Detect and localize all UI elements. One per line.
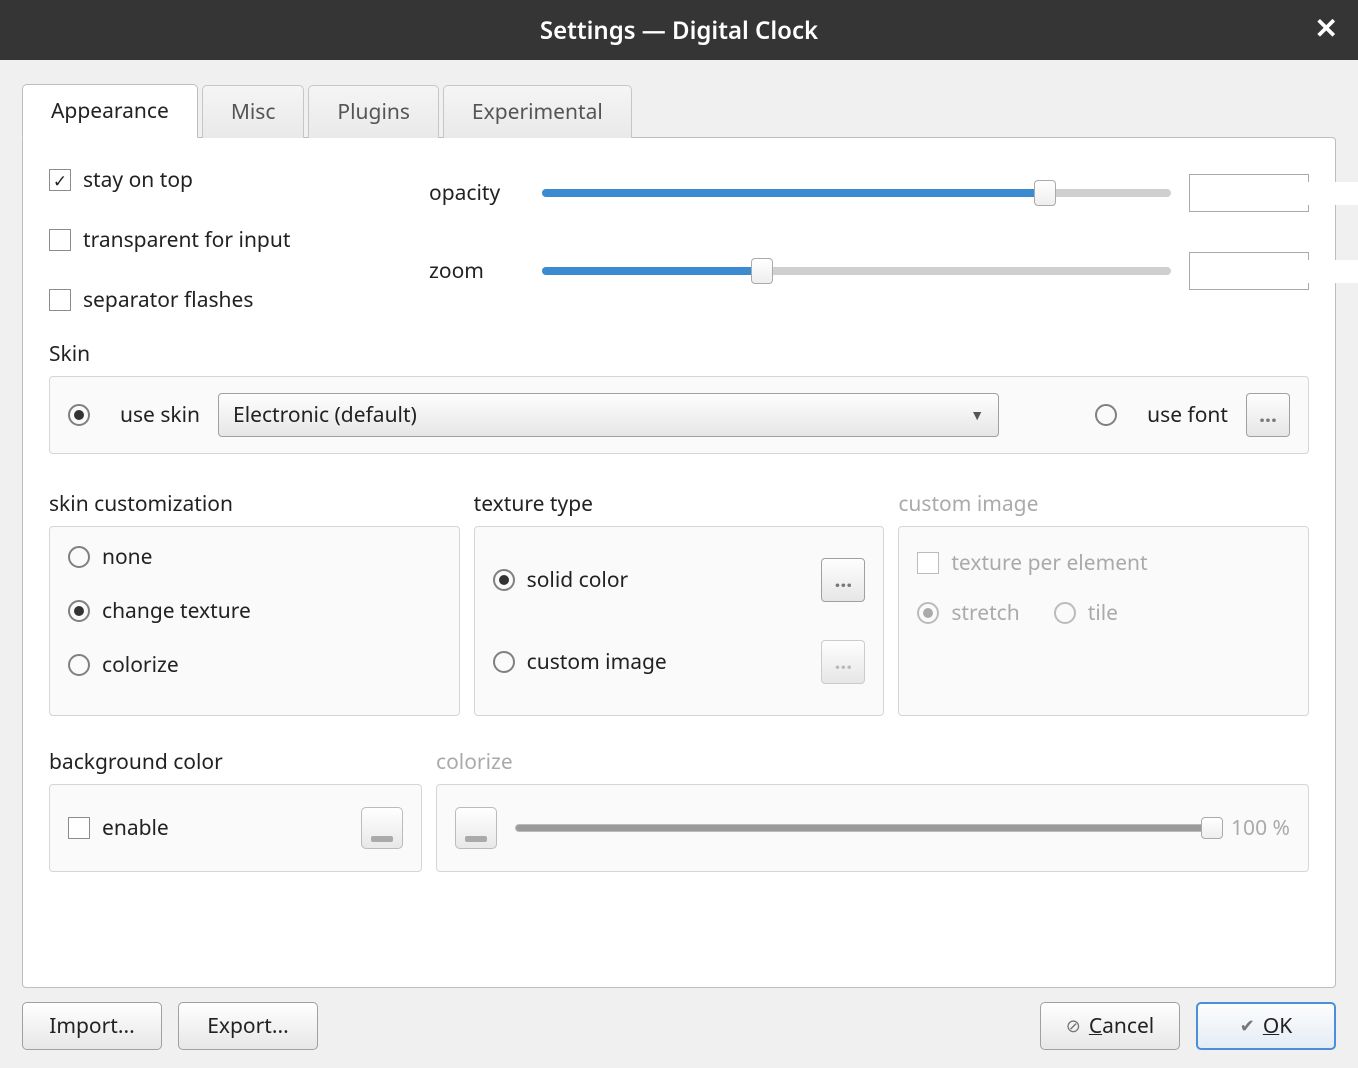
button-import[interactable]: Import... — [22, 1002, 162, 1050]
button-colorize-color — [455, 807, 497, 849]
radio-none[interactable] — [68, 546, 90, 568]
close-icon[interactable]: ✕ — [1315, 14, 1338, 42]
tab-misc[interactable]: Misc — [202, 85, 305, 138]
color-strip-icon — [465, 836, 487, 842]
radio-colorize[interactable] — [68, 654, 90, 676]
group-skin: use skin Electronic (default) ▼ use font… — [49, 376, 1309, 454]
combo-skin[interactable]: Electronic (default) ▼ — [218, 393, 999, 437]
label-custom-image: custom image — [527, 648, 667, 676]
label-transparent-for-input: transparent for input — [83, 226, 290, 254]
label-texture-per-element: texture per element — [951, 549, 1147, 577]
label-none: none — [102, 543, 153, 571]
tab-plugins[interactable]: Plugins — [308, 85, 438, 138]
footer: Import... Export... ⊘ Cancel ✔ OK — [22, 1002, 1336, 1050]
checkbox-transparent-for-input[interactable] — [49, 229, 71, 251]
button-cancel-rest: ancel — [1102, 1012, 1154, 1040]
radio-tile — [1054, 602, 1076, 624]
checkbox-texture-per-element — [917, 552, 939, 574]
section-colorize-title: colorize — [436, 748, 1309, 776]
section-custom-image-title: custom image — [898, 490, 1309, 518]
radio-stretch — [917, 602, 939, 624]
tab-bar: Appearance Misc Plugins Experimental — [22, 84, 1336, 138]
label-zoom: zoom — [429, 257, 524, 285]
button-solid-color-picker[interactable]: ... — [821, 558, 865, 602]
titlebar: Settings — Digital Clock ✕ — [0, 0, 1358, 60]
window-title: Settings — Digital Clock — [540, 14, 818, 47]
ok-icon: ✔ — [1240, 1014, 1255, 1038]
button-custom-image-picker: ... — [821, 640, 865, 684]
section-skin-title: Skin — [49, 340, 1309, 368]
radio-use-font[interactable] — [1095, 404, 1117, 426]
spinbox-opacity-input[interactable] — [1190, 182, 1358, 205]
button-cancel[interactable]: ⊘ Cancel — [1040, 1002, 1180, 1050]
label-solid-color: solid color — [527, 566, 629, 594]
section-background-title: background color — [49, 748, 422, 776]
label-colorize-opt: colorize — [102, 651, 179, 679]
label-bg-enable: enable — [102, 814, 169, 842]
radio-change-texture[interactable] — [68, 600, 90, 622]
label-stretch: stretch — [951, 599, 1019, 627]
tab-appearance[interactable]: Appearance — [22, 84, 198, 138]
window-body: Appearance Misc Plugins Experimental ✓ s… — [0, 60, 1358, 1068]
chevron-down-icon: ▼ — [970, 406, 984, 425]
slider-colorize — [515, 824, 1213, 832]
section-skin-custom-title: skin customization — [49, 490, 460, 518]
label-change-texture: change texture — [102, 597, 251, 625]
group-skin-custom: none change texture colorize — [49, 526, 460, 716]
label-use-font: use font — [1147, 401, 1228, 429]
cancel-icon: ⊘ — [1066, 1014, 1081, 1038]
button-ok-rest: K — [1279, 1012, 1292, 1040]
label-tile: tile — [1088, 599, 1118, 627]
checkbox-stay-on-top[interactable]: ✓ — [49, 169, 71, 191]
label-opacity: opacity — [429, 179, 524, 207]
group-background: enable — [49, 784, 422, 872]
button-export[interactable]: Export... — [178, 1002, 318, 1050]
color-strip-icon — [371, 836, 393, 842]
radio-custom-image[interactable] — [493, 651, 515, 673]
radio-solid-color[interactable] — [493, 569, 515, 591]
group-colorize: 100 % — [436, 784, 1309, 872]
spinbox-zoom-input[interactable] — [1190, 260, 1358, 283]
group-texture: solid color ... custom image ... — [474, 526, 885, 716]
spinbox-opacity[interactable]: ▲ ▼ — [1189, 174, 1309, 212]
tab-panel-appearance: ✓ stay on top transparent for input sepa… — [22, 137, 1336, 988]
group-custom-image: texture per element stretch tile — [898, 526, 1309, 716]
tab-experimental[interactable]: Experimental — [443, 85, 632, 138]
section-texture-title: texture type — [474, 490, 885, 518]
button-font-picker[interactable]: ... — [1246, 393, 1290, 437]
label-colorize-value: 100 % — [1231, 814, 1290, 842]
checkbox-bg-enable[interactable] — [68, 817, 90, 839]
spinbox-zoom[interactable]: ▲ ▼ — [1189, 252, 1309, 290]
checkbox-separator-flashes[interactable] — [49, 289, 71, 311]
button-bg-color[interactable] — [361, 807, 403, 849]
label-stay-on-top: stay on top — [83, 166, 193, 194]
label-use-skin: use skin — [120, 401, 200, 429]
combo-skin-value: Electronic (default) — [233, 401, 417, 429]
slider-zoom[interactable] — [542, 267, 1171, 275]
button-ok[interactable]: ✔ OK — [1196, 1002, 1336, 1050]
slider-opacity[interactable] — [542, 189, 1171, 197]
radio-use-skin[interactable] — [68, 404, 90, 426]
label-separator-flashes: separator flashes — [83, 286, 253, 314]
